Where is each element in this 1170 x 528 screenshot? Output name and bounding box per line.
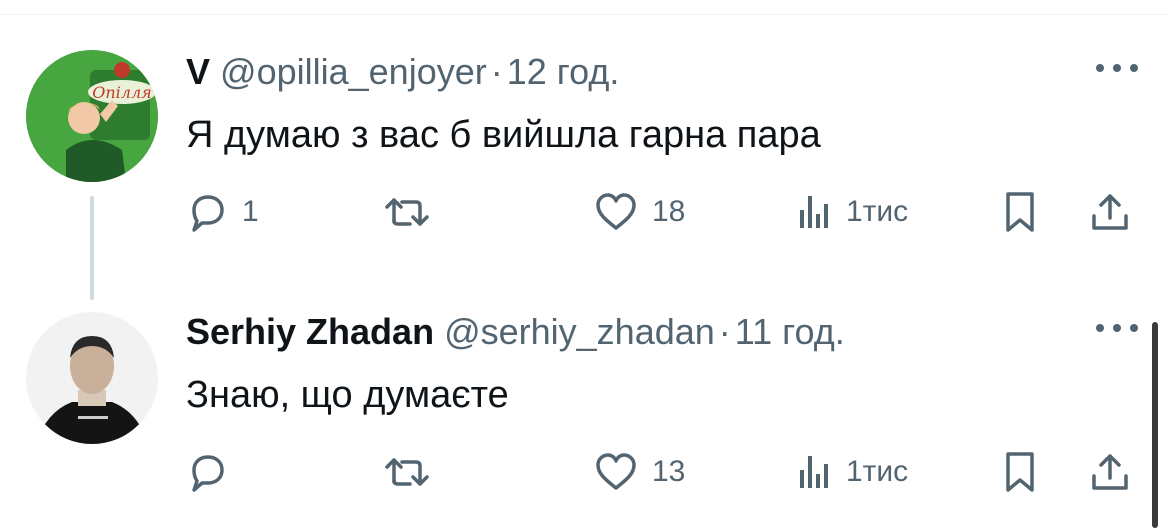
- reply-icon: [186, 190, 230, 234]
- like-button[interactable]: 13: [592, 448, 685, 496]
- heart-icon: [592, 190, 640, 234]
- share-icon: [1088, 190, 1132, 234]
- author-handle[interactable]: @serhiy_zhadan: [444, 311, 715, 352]
- author-name[interactable]: Serhiy Zhadan: [186, 311, 434, 352]
- thread-connector-line: [90, 196, 94, 300]
- retweet-button[interactable]: [382, 188, 444, 236]
- author-handle[interactable]: @opillia_enjoyer: [220, 51, 487, 92]
- views-button[interactable]: 1тис: [794, 188, 908, 236]
- author-name[interactable]: V: [186, 51, 210, 92]
- views-count: 1тис: [846, 455, 909, 488]
- tweet-text: Я думаю з вас б вийшла гарна пара: [186, 114, 821, 156]
- like-count: 18: [652, 195, 686, 228]
- heart-icon: [592, 450, 640, 494]
- separator-dot: ·: [718, 311, 731, 352]
- avatar-brand-text: Опілля: [92, 83, 152, 102]
- separator-dot: ·: [490, 51, 503, 92]
- action-bar: 1 18 1тис: [186, 188, 1146, 236]
- timestamp[interactable]: 11 год.: [735, 311, 845, 352]
- reply-icon: [186, 450, 230, 494]
- retweet-icon: [382, 190, 432, 234]
- reply-button[interactable]: [186, 448, 242, 496]
- views-button[interactable]: 1тис: [794, 448, 908, 496]
- reply-count: 1: [242, 195, 259, 228]
- avatar[interactable]: Опілля: [26, 50, 158, 182]
- timestamp[interactable]: 12 год.: [507, 51, 620, 92]
- analytics-icon: [794, 450, 834, 494]
- tweet-text: Знаю, що думаєте: [186, 374, 509, 416]
- top-divider: [0, 14, 1170, 15]
- tweet-header: V @opillia_enjoyer · 12 год.: [186, 50, 619, 94]
- more-options-icon[interactable]: [1094, 62, 1140, 74]
- share-button[interactable]: [1088, 448, 1132, 496]
- analytics-icon: [794, 190, 834, 234]
- reply-button[interactable]: 1: [186, 188, 259, 236]
- action-bar: 13 1тис: [186, 448, 1146, 496]
- retweet-icon: [382, 450, 432, 494]
- views-count: 1тис: [846, 195, 909, 228]
- like-button[interactable]: 18: [592, 188, 685, 236]
- bookmark-button[interactable]: [1000, 188, 1040, 236]
- share-button[interactable]: [1088, 188, 1132, 236]
- bookmark-icon: [1000, 190, 1040, 234]
- bookmark-icon: [1000, 450, 1040, 494]
- avatar[interactable]: [26, 312, 158, 444]
- tweet-header: Serhiy Zhadan @serhiy_zhadan · 11 год.: [186, 310, 845, 354]
- scrollbar[interactable]: [1152, 322, 1158, 528]
- bookmark-button[interactable]: [1000, 448, 1040, 496]
- more-options-icon[interactable]: [1094, 322, 1140, 334]
- retweet-button[interactable]: [382, 448, 444, 496]
- like-count: 13: [652, 455, 686, 488]
- share-icon: [1088, 450, 1132, 494]
